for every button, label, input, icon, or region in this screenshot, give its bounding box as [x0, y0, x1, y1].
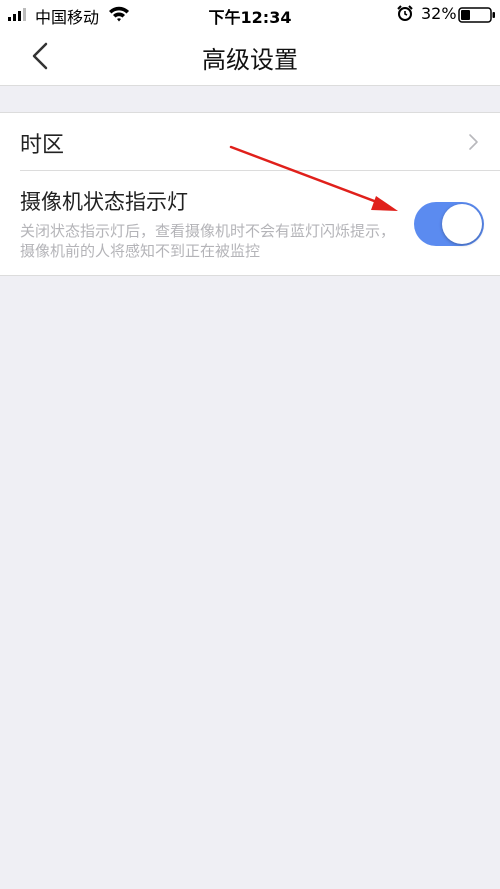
alarm-icon: [397, 5, 413, 21]
battery-percent: 32%: [421, 4, 457, 23]
camera-indicator-toggle[interactable]: [414, 202, 484, 246]
navigation-bar: 高级设置: [0, 28, 500, 86]
status-bar: 中国移动 下午12:34 32%: [0, 0, 500, 28]
timezone-label: 时区: [20, 133, 65, 158]
chevron-right-icon: [469, 134, 478, 150]
row-divider: [20, 170, 500, 171]
toggle-knob: [442, 204, 482, 244]
timezone-row[interactable]: 时区: [0, 113, 500, 170]
settings-group: 时区 摄像机状态指示灯 关闭状态指示灯后，查看摄像机时不会有蓝灯闪烁提示，摄像机…: [0, 112, 500, 276]
camera-indicator-description: 关闭状态指示灯后，查看摄像机时不会有蓝灯闪烁提示，摄像机前的人将感知不到正在被监…: [20, 222, 396, 260]
camera-indicator-title: 摄像机状态指示灯: [20, 190, 188, 214]
battery-icon: [458, 7, 495, 23]
screen: 中国移动 下午12:34 32% 高级设置 时区 摄像机状态指示灯 关闭状态指示…: [0, 0, 500, 889]
page-title: 高级设置: [202, 46, 298, 74]
